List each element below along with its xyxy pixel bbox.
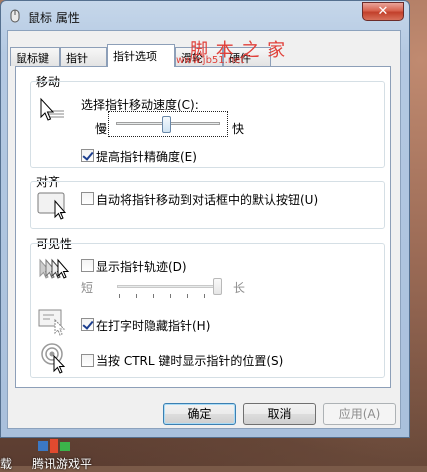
fast-label: 快	[232, 122, 245, 136]
precision-checkbox[interactable]	[81, 149, 94, 162]
trails-tick	[153, 294, 154, 298]
precision-label: 提高指针精确度(E)	[96, 150, 197, 164]
speed-slider[interactable]	[112, 112, 224, 136]
taskbar-item-download[interactable]: 载	[0, 455, 12, 472]
pointer-speed-icon	[38, 97, 68, 126]
apply-button[interactable]: 应用(A)	[323, 403, 396, 425]
window-title: 鼠标 属性	[28, 11, 80, 25]
ctrl-locate-label: 当按 CTRL 键时显示指针的位置(S)	[96, 354, 284, 368]
snap-checkbox[interactable]	[81, 192, 94, 205]
hide-while-typing-checkbox[interactable]	[81, 318, 94, 331]
mouse-icon	[8, 9, 22, 23]
trails-label: 显示指针轨迹(D)	[96, 260, 187, 274]
ok-button[interactable]: 确定	[163, 403, 236, 425]
tab-buttons[interactable]: 鼠标键	[10, 47, 60, 66]
snap-label: 自动将指针移动到对话框中的默认按钮(U)	[96, 193, 319, 207]
close-icon: ✕	[377, 4, 389, 19]
hide-while-typing-label: 在打字时隐藏指针(H)	[96, 319, 211, 333]
tab-pointer-options[interactable]: 指针选项	[107, 44, 175, 67]
tab-pointers[interactable]: 指针	[60, 47, 107, 66]
trails-tick	[170, 294, 171, 298]
trails-tick	[119, 294, 120, 298]
watermark-url: www.jb51.net	[176, 55, 245, 66]
trails-tick	[136, 294, 137, 298]
cancel-button[interactable]: 取消	[243, 403, 316, 425]
desktop-shortcut-icon[interactable]	[36, 439, 72, 456]
speed-slider-thumb[interactable]	[162, 116, 171, 133]
tab-label: 指针	[66, 52, 88, 65]
close-button[interactable]: ✕	[362, 2, 404, 21]
tab-label: 鼠标键	[16, 52, 49, 65]
trails-tick	[204, 294, 205, 298]
taskbar-item-tencent-games[interactable]: 腾讯游戏平	[32, 455, 92, 472]
trails-tick	[187, 294, 188, 298]
pointer-trails-icon	[38, 256, 70, 289]
title-bar[interactable]: 鼠标 属性 ✕	[1, 1, 409, 31]
ctrl-locate-checkbox[interactable]	[81, 354, 94, 367]
hide-while-typing-icon	[38, 308, 70, 339]
tab-label: 指针选项	[113, 50, 157, 63]
long-label: 长	[233, 281, 246, 295]
trails-slider[interactable]	[113, 276, 225, 300]
slow-label: 慢	[95, 122, 108, 136]
ctrl-locate-icon	[40, 342, 72, 377]
trails-slider-track	[117, 285, 221, 288]
snap-to-button-icon	[37, 191, 71, 224]
trails-slider-thumb[interactable]	[213, 278, 222, 295]
trails-checkbox[interactable]	[81, 259, 94, 272]
short-label: 短	[81, 281, 94, 295]
